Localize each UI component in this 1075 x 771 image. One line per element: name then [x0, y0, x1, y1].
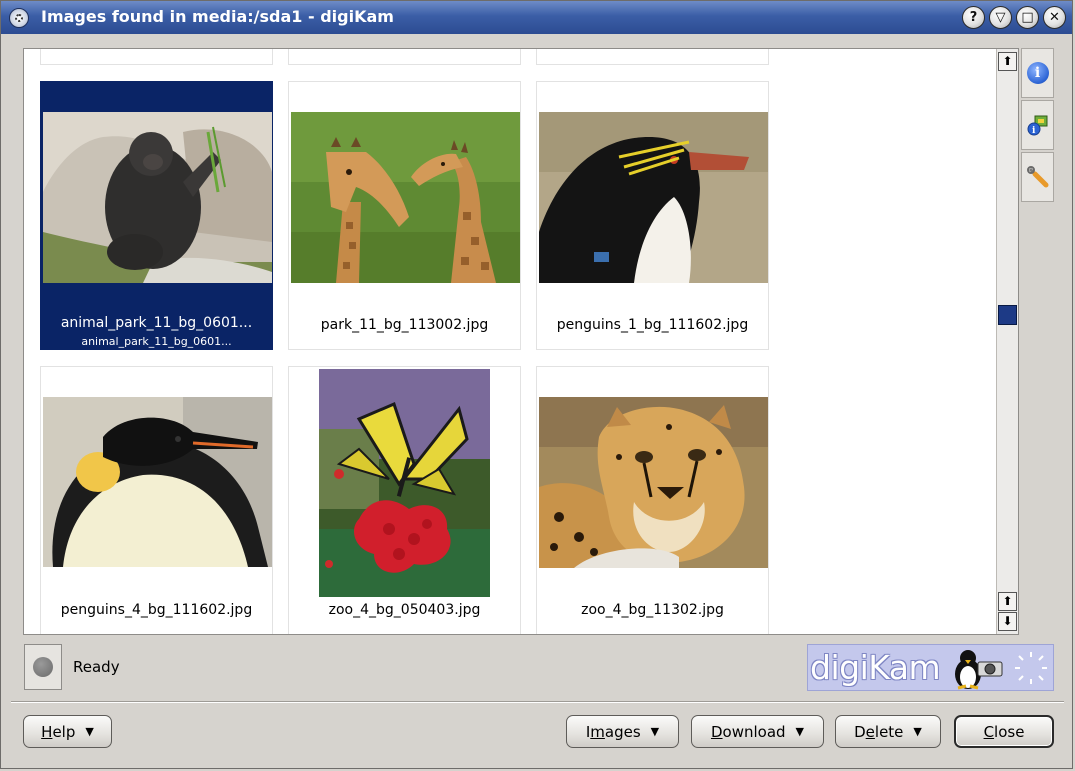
scroll-thumb[interactable] — [998, 305, 1017, 325]
maximize-title-button[interactable]: □ — [1016, 6, 1039, 29]
download-button[interactable]: Download ▼ — [691, 715, 824, 748]
help-accel: H — [41, 722, 53, 741]
thumbnail-cell[interactable]: zoo_4_bg_050403.jpg — [288, 366, 521, 634]
delete-pre: D — [854, 722, 866, 741]
scroll-down-button[interactable]: ⬇ — [998, 612, 1017, 631]
thumbnail-filename: zoo_4_bg_050403.jpg — [328, 602, 481, 618]
thumbnail-cell-partial[interactable] — [288, 49, 521, 65]
help-rest: elp — [52, 722, 76, 741]
help-title-button[interactable]: ? — [962, 6, 985, 29]
delete-accel: e — [865, 722, 875, 741]
digikam-logo-text: digiKam — [810, 648, 941, 687]
thumbnail-cell-partial[interactable] — [536, 49, 769, 65]
dropdown-arrow-icon: ▼ — [650, 725, 660, 738]
dropdown-arrow-icon: ▼ — [795, 725, 805, 738]
digikam-download-dialog: Images found in media:/sda1 - digiKam ? … — [0, 0, 1073, 769]
close-button[interactable]: Close — [954, 715, 1054, 748]
window-title: Images found in media:/sda1 - digiKam — [41, 7, 394, 26]
separator-line — [11, 701, 1064, 703]
delete-button-label: Delete — [854, 723, 903, 741]
window-controls: ? ▽ □ ✕ — [962, 6, 1066, 29]
digikam-app-icon[interactable] — [9, 8, 29, 28]
thumbnail-cell[interactable]: penguins_1_bg_111602.jpg — [536, 81, 769, 350]
dropdown-arrow-icon: ▼ — [913, 725, 922, 738]
camera-info-icon: i — [1027, 115, 1047, 136]
scroll-up-lower-button[interactable]: ⬆ — [998, 592, 1017, 611]
thumbnail-filename: zoo_4_bg_11302.jpg — [581, 602, 724, 618]
digikam-logo-banner: digiKam — [807, 644, 1054, 691]
status-text: Ready — [73, 658, 120, 676]
busy-spinner-icon — [1015, 652, 1047, 684]
giraffes-thumbnail — [291, 112, 520, 283]
close-accel: C — [983, 722, 995, 741]
tab-camera-info[interactable]: i — [1021, 100, 1054, 150]
emperor-penguin-thumbnail — [43, 397, 272, 567]
thumbnail-cell[interactable]: penguins_4_bg_111602.jpg — [40, 366, 273, 634]
images-button-label: Images — [586, 723, 641, 741]
delete-rest: lete — [874, 722, 904, 741]
thumbnail-filename: animal_park_11_bg_0601... — [60, 315, 253, 331]
wrench-icon — [1026, 166, 1048, 188]
close-button-label: Close — [984, 723, 1025, 741]
close-title-button[interactable]: ✕ — [1043, 6, 1066, 29]
rockhopper-penguin-thumbnail — [539, 112, 768, 283]
thumbnail-subtitle: animal_park_11_bg_0601... — [81, 335, 232, 348]
shade-title-button[interactable]: ▽ — [989, 6, 1012, 29]
tab-properties[interactable]: i — [1021, 48, 1054, 98]
thumbnail-grid: animal_park_11_bg_0601... animal_park_11… — [24, 49, 998, 634]
download-accel: D — [710, 722, 723, 741]
download-rest: ownload — [722, 722, 786, 741]
thumbnail-cell-partial[interactable] — [40, 49, 273, 65]
tux-camera-icon — [955, 650, 1003, 690]
status-led-indicator — [24, 644, 62, 690]
dropdown-arrow-icon: ▼ — [85, 725, 94, 738]
svg-text:i: i — [1032, 126, 1036, 136]
info-icon: i — [1026, 62, 1049, 84]
right-sidebar-tabs: i i — [1021, 48, 1055, 204]
close-rest: lose — [994, 722, 1025, 741]
thumbnail-view[interactable]: animal_park_11_bg_0601... animal_park_11… — [23, 48, 1019, 635]
tab-settings[interactable] — [1021, 152, 1054, 202]
scroll-up-button[interactable]: ⬆ — [998, 52, 1017, 71]
butterfly-thumbnail — [319, 369, 490, 597]
images-button[interactable]: Images ▼ — [566, 715, 679, 748]
thumbnail-cell[interactable]: park_11_bg_113002.jpg — [288, 81, 521, 350]
cheetah-thumbnail — [539, 397, 768, 568]
thumbnail-cell[interactable]: animal_park_11_bg_0601... animal_park_11… — [40, 81, 273, 350]
vertical-scrollbar[interactable]: ⬆ ⬆ ⬇ — [996, 49, 1018, 634]
help-button[interactable]: Help ▼ — [23, 715, 112, 748]
title-bar[interactable]: Images found in media:/sda1 - digiKam ? … — [1, 1, 1072, 34]
help-button-label: Help — [41, 723, 75, 741]
images-rest: ages — [604, 722, 641, 741]
thumbnail-filename: park_11_bg_113002.jpg — [320, 317, 489, 333]
gorilla-thumbnail — [43, 112, 272, 283]
delete-button[interactable]: Delete ▼ — [835, 715, 941, 748]
thumbnail-filename: penguins_4_bg_111602.jpg — [60, 602, 253, 618]
thumbnail-filename: penguins_1_bg_111602.jpg — [556, 317, 749, 333]
images-accel: m — [590, 722, 605, 741]
download-button-label: Download — [711, 723, 786, 741]
thumbnail-cell[interactable]: zoo_4_bg_11302.jpg — [536, 366, 769, 634]
